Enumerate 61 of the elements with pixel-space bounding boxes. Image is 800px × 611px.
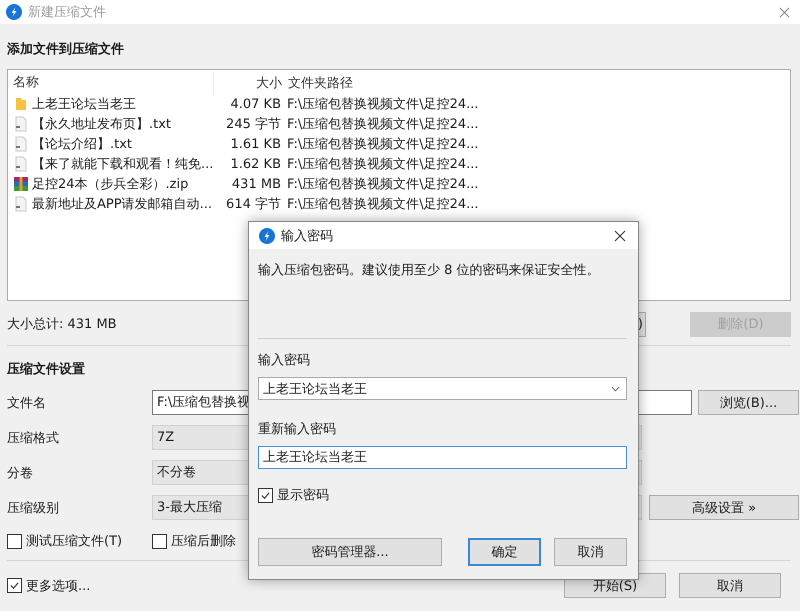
file-name[interactable]: 【来了就能下载和观看！纯免...: [32, 155, 213, 173]
file-path: F:\压缩包替换视频文件\足控24...: [286, 96, 480, 113]
check-icon: [260, 490, 271, 500]
password-combobox[interactable]: 上老王论坛当老王: [258, 377, 627, 400]
column-header[interactable]: 名称: [8, 72, 214, 94]
file-path: F:\压缩包替换视频文件\足控24...: [286, 196, 480, 213]
field-label: 输入密码: [258, 352, 311, 369]
app-icon: [259, 228, 275, 244]
dialog-message: 输入压缩包密码。建议使用至少 8 位的密码来保证安全性。: [258, 262, 601, 280]
close-icon[interactable]: [614, 230, 626, 242]
section-heading: 添加文件到压缩文件: [7, 40, 124, 58]
input-field[interactable]: 上老王论坛当老王: [258, 446, 627, 469]
checkbox[interactable]: [7, 534, 22, 548]
document-icon: [13, 136, 29, 152]
window-title: 新建压缩文件: [28, 4, 106, 21]
file-path: F:\压缩包替换视频文件\足控24...: [286, 116, 480, 133]
dialog-title: 输入密码: [281, 228, 333, 244]
field-label: 重新输入密码: [258, 421, 337, 438]
file-path: F:\压缩包替换视频文件\足控24...: [286, 136, 480, 153]
section-heading: 压缩文件设置: [7, 360, 85, 378]
file-path: F:\压缩包替换视频文件\足控24...: [286, 176, 480, 193]
file-name[interactable]: 足控24本（步兵全彩）.zip: [32, 175, 188, 193]
browse-button[interactable]: 浏览(B)...: [698, 390, 799, 415]
caret-icon: [611, 386, 620, 392]
file-size: 431 MB: [230, 176, 281, 192]
checkbox[interactable]: [7, 578, 22, 593]
file-name[interactable]: 上老王论坛当老王: [32, 95, 136, 113]
document-icon: [13, 196, 29, 212]
checkbox[interactable]: [152, 534, 168, 548]
document-icon: [13, 116, 29, 132]
file-name[interactable]: 【论坛介绍】.txt: [32, 135, 132, 153]
checkbox-label[interactable]: 显示密码: [277, 486, 329, 504]
file-name[interactable]: 最新地址及APP请发邮箱自动...: [32, 195, 212, 213]
file-size: 614 字节: [225, 196, 281, 213]
field-label: 压缩级别: [7, 500, 60, 516]
file-size: 1.61 KB: [229, 136, 281, 152]
field-label: 压缩格式: [7, 430, 60, 446]
document-icon: [13, 156, 29, 172]
file-size: 245 字节: [225, 116, 281, 133]
folder-icon: [13, 96, 29, 112]
file-size: 4.07 KB: [229, 96, 281, 112]
advanced-settings-button[interactable]: 高级设置 »: [649, 495, 799, 520]
file-name[interactable]: 【永久地址发布页】.txt: [32, 115, 172, 133]
archive-icon: [13, 176, 29, 192]
check-icon: [9, 580, 20, 591]
column-header[interactable]: 文件夹路径: [282, 74, 488, 92]
checkbox-label[interactable]: 压缩后删除: [171, 532, 236, 550]
checkbox-label[interactable]: 更多选项...: [26, 576, 90, 594]
field-label: 文件名: [7, 394, 47, 412]
cancel-button[interactable]: 取消: [679, 573, 781, 598]
checkbox[interactable]: [258, 488, 273, 502]
total-size: 大小总计: 431 MB: [7, 316, 117, 333]
column-header[interactable]: 大小: [214, 74, 282, 92]
file-size: 1.62 KB: [229, 156, 281, 172]
ok-button[interactable]: 确定: [468, 538, 541, 566]
checkbox-label[interactable]: 测试压缩文件(T): [26, 532, 122, 550]
password-manager-button[interactable]: 密码管理器...: [258, 538, 442, 566]
field-label: 分卷: [7, 464, 34, 482]
app-icon: [6, 4, 22, 20]
cancel-button[interactable]: 取消: [554, 538, 627, 566]
file-path: F:\压缩包替换视频文件\足控24...: [286, 156, 480, 173]
